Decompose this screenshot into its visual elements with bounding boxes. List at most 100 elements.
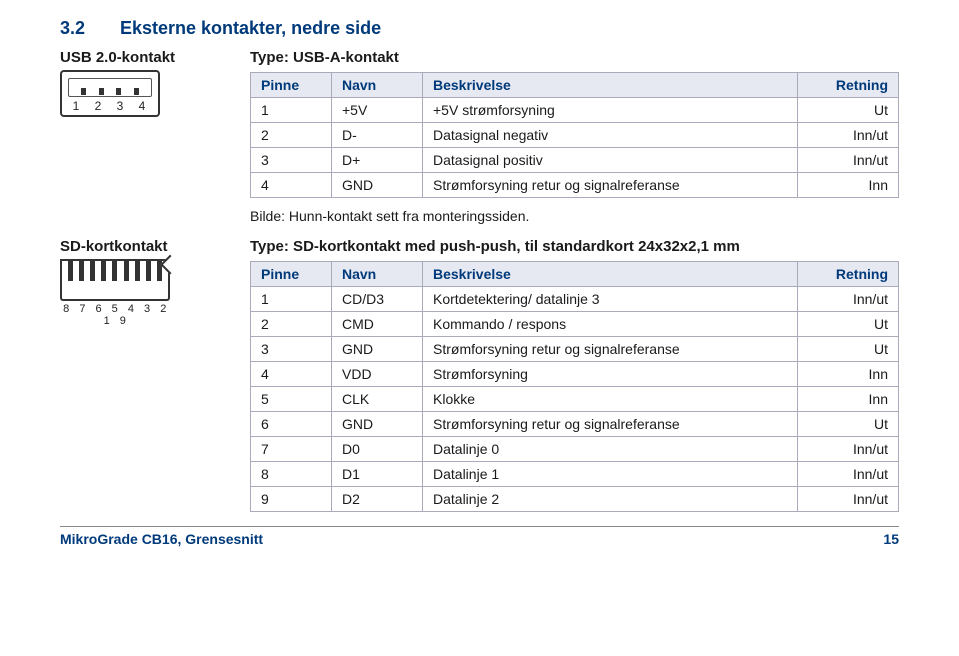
usb-type-line: Type: USB-A-kontakt bbox=[250, 49, 899, 66]
th-besk: Beskrivelse bbox=[423, 73, 798, 98]
sd-pin-numbers: 8 7 6 5 4 3 2 1 9 bbox=[60, 303, 170, 327]
sd-pin-icon bbox=[112, 261, 117, 281]
table-row: 2D-Datasignal negativInn/ut bbox=[251, 123, 899, 148]
cell-navn: CLK bbox=[332, 387, 423, 412]
th-navn: Navn bbox=[332, 262, 423, 287]
cell-besk: Klokke bbox=[423, 387, 798, 412]
cell-navn: +5V bbox=[332, 98, 423, 123]
table-row: 1CD/D3Kortdetektering/ datalinje 3Inn/ut bbox=[251, 287, 899, 312]
cell-pinne: 4 bbox=[251, 362, 332, 387]
sd-connector-diagram: 8 7 6 5 4 3 2 1 9 bbox=[60, 261, 170, 327]
cell-pinne: 2 bbox=[251, 312, 332, 337]
usb-pin-table: Pinne Navn Beskrivelse Retning 1+5V+5V s… bbox=[250, 72, 899, 198]
sd-label: SD-kortkontakt bbox=[60, 238, 210, 255]
cell-navn: GND bbox=[332, 412, 423, 437]
usb-pin-icon bbox=[116, 88, 121, 95]
cell-pinne: 8 bbox=[251, 462, 332, 487]
cell-ret: Inn bbox=[798, 362, 899, 387]
cell-pinne: 6 bbox=[251, 412, 332, 437]
sd-pin-icon bbox=[124, 261, 129, 281]
cell-besk: Strømforsyning retur og signalreferanse bbox=[423, 412, 798, 437]
table-row: 3GNDStrømforsyning retur og signalrefera… bbox=[251, 337, 899, 362]
page-footer: MikroGrade CB16, Grensesnitt 15 bbox=[0, 527, 959, 547]
table-row: 8D1Datalinje 1Inn/ut bbox=[251, 462, 899, 487]
cell-pinne: 3 bbox=[251, 148, 332, 173]
cell-navn: D0 bbox=[332, 437, 423, 462]
cell-ret: Inn bbox=[798, 173, 899, 198]
table-row: 1+5V+5V strømforsyningUt bbox=[251, 98, 899, 123]
table-row: 7D0Datalinje 0Inn/ut bbox=[251, 437, 899, 462]
sd-pin-icon bbox=[157, 261, 162, 281]
cell-besk: Datasignal positiv bbox=[423, 148, 798, 173]
cell-pinne: 4 bbox=[251, 173, 332, 198]
cell-besk: Kortdetektering/ datalinje 3 bbox=[423, 287, 798, 312]
cell-pinne: 5 bbox=[251, 387, 332, 412]
cell-besk: Strømforsyning retur og signalreferanse bbox=[423, 337, 798, 362]
table-row: 2CMDKommando / responsUt bbox=[251, 312, 899, 337]
sd-pin-icon bbox=[135, 261, 140, 281]
cell-besk: Datalinje 0 bbox=[423, 437, 798, 462]
cell-navn: VDD bbox=[332, 362, 423, 387]
th-pinne: Pinne bbox=[251, 262, 332, 287]
cell-ret: Inn/ut bbox=[798, 148, 899, 173]
table-row: 9D2Datalinje 2Inn/ut bbox=[251, 487, 899, 512]
sd-pin-icon bbox=[101, 261, 106, 281]
cell-besk: +5V strømforsyning bbox=[423, 98, 798, 123]
th-navn: Navn bbox=[332, 73, 423, 98]
th-ret: Retning bbox=[798, 262, 899, 287]
th-besk: Beskrivelse bbox=[423, 262, 798, 287]
usb-label: USB 2.0-kontakt bbox=[60, 49, 210, 66]
cell-ret: Ut bbox=[798, 98, 899, 123]
cell-navn: D2 bbox=[332, 487, 423, 512]
cell-besk: Strømforsyning retur og signalreferanse bbox=[423, 173, 798, 198]
cell-pinne: 7 bbox=[251, 437, 332, 462]
table-row: 4GNDStrømforsyning retur og signalrefera… bbox=[251, 173, 899, 198]
sd-block: SD-kortkontakt 8 7 6 5 4 3 2 1 9 Type: S… bbox=[60, 238, 899, 512]
cell-ret: Inn/ut bbox=[798, 123, 899, 148]
cell-pinne: 9 bbox=[251, 487, 332, 512]
usb-connector-diagram: 1 2 3 4 bbox=[60, 70, 160, 117]
cell-navn: CD/D3 bbox=[332, 287, 423, 312]
cell-ret: Inn/ut bbox=[798, 437, 899, 462]
table-row: 3D+Datasignal positivInn/ut bbox=[251, 148, 899, 173]
usb-caption: Bilde: Hunn-kontakt sett fra monteringss… bbox=[250, 208, 899, 224]
section-heading: 3.2Eksterne kontakter, nedre side bbox=[60, 18, 899, 39]
cell-besk: Datalinje 1 bbox=[423, 462, 798, 487]
cell-pinne: 3 bbox=[251, 337, 332, 362]
cell-navn: CMD bbox=[332, 312, 423, 337]
cell-pinne: 1 bbox=[251, 287, 332, 312]
cell-besk: Strømforsyning bbox=[423, 362, 798, 387]
usb-pin-icon bbox=[81, 88, 86, 95]
table-header-row: Pinne Navn Beskrivelse Retning bbox=[251, 262, 899, 287]
cell-besk: Datalinje 2 bbox=[423, 487, 798, 512]
usb-pin-numbers: 1 2 3 4 bbox=[68, 99, 152, 113]
table-row: 6GNDStrømforsyning retur og signalrefera… bbox=[251, 412, 899, 437]
sd-pin-icon bbox=[68, 261, 73, 281]
sd-pin-icon bbox=[90, 261, 95, 281]
sd-pin-icon bbox=[146, 261, 151, 281]
usb-connector-shell bbox=[68, 78, 152, 97]
cell-navn: D- bbox=[332, 123, 423, 148]
usb-pin-icon bbox=[99, 88, 104, 95]
cell-navn: D1 bbox=[332, 462, 423, 487]
sd-type-line: Type: SD-kortkontakt med push-push, til … bbox=[250, 238, 899, 255]
cell-besk: Kommando / respons bbox=[423, 312, 798, 337]
cell-navn: D+ bbox=[332, 148, 423, 173]
table-row: 5CLKKlokkeInn bbox=[251, 387, 899, 412]
usb-block: USB 2.0-kontakt 1 2 3 4 Type: USB-A-kont… bbox=[60, 49, 899, 228]
sd-pin-table: Pinne Navn Beskrivelse Retning 1CD/D3Kor… bbox=[250, 261, 899, 512]
footer-page-number: 15 bbox=[883, 531, 899, 547]
cell-navn: GND bbox=[332, 173, 423, 198]
cell-navn: GND bbox=[332, 337, 423, 362]
cell-pinne: 2 bbox=[251, 123, 332, 148]
cell-ret: Inn bbox=[798, 387, 899, 412]
table-row: 4VDDStrømforsyningInn bbox=[251, 362, 899, 387]
cell-besk: Datasignal negativ bbox=[423, 123, 798, 148]
th-ret: Retning bbox=[798, 73, 899, 98]
cell-ret: Inn/ut bbox=[798, 287, 899, 312]
footer-doc-title: MikroGrade CB16, Grensesnitt bbox=[60, 531, 263, 547]
cell-ret: Ut bbox=[798, 312, 899, 337]
section-title: Eksterne kontakter, nedre side bbox=[120, 18, 381, 38]
section-number: 3.2 bbox=[60, 18, 120, 39]
sd-pin-icon bbox=[79, 261, 84, 281]
